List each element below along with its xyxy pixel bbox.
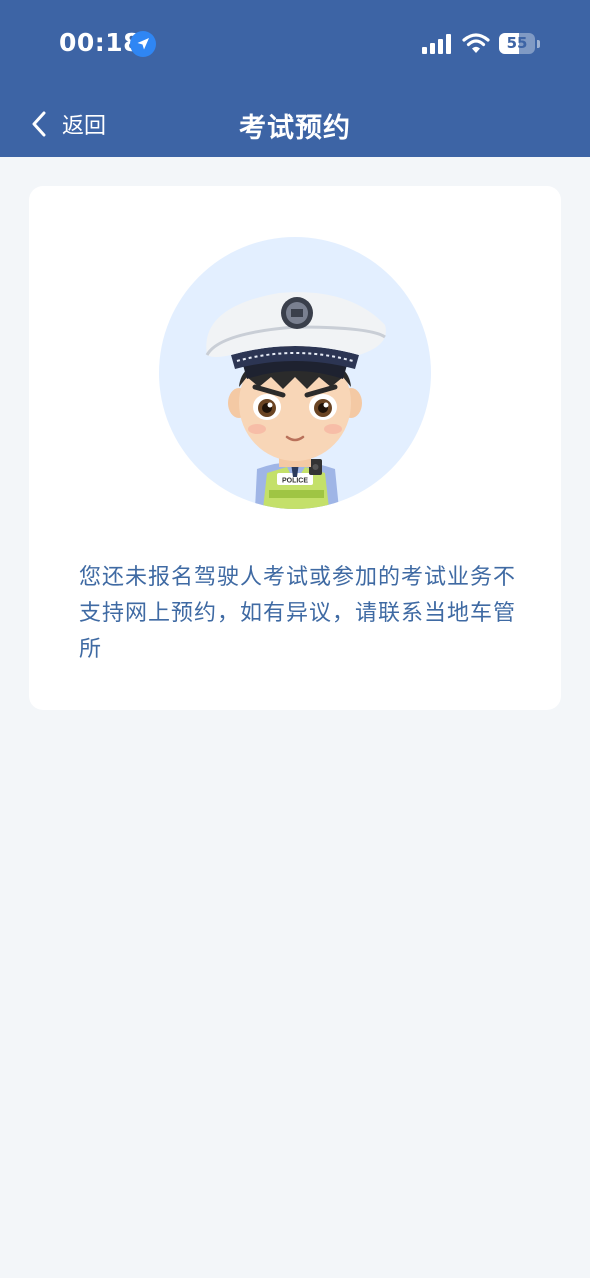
police-badge-text: POLICE (282, 478, 308, 485)
wifi-icon (462, 32, 490, 54)
app-header: 00:18 55 返回 考试预约 (0, 0, 590, 157)
battery-level: 55 (506, 34, 528, 52)
cellular-signal-icon (422, 34, 454, 54)
page-title: 考试预约 (239, 113, 351, 144)
notice-card: POLICE 您还未报名驾驶人考试或参加的考试业务不支持网上预约，如有异议，请联… (29, 186, 561, 710)
police-officer-avatar: POLICE (159, 237, 431, 509)
navigation-bar: 返回 考试预约 (0, 90, 590, 157)
location-arrow-icon (130, 31, 156, 57)
status-bar: 00:18 55 (0, 0, 590, 90)
notice-message: 您还未报名驾驶人考试或参加的考试业务不支持网上预约，如有异议，请联系当地车管所 (79, 565, 517, 662)
battery-icon: 55 (499, 33, 540, 55)
battery-nub (537, 40, 540, 48)
status-time: 00:18 (59, 28, 142, 57)
